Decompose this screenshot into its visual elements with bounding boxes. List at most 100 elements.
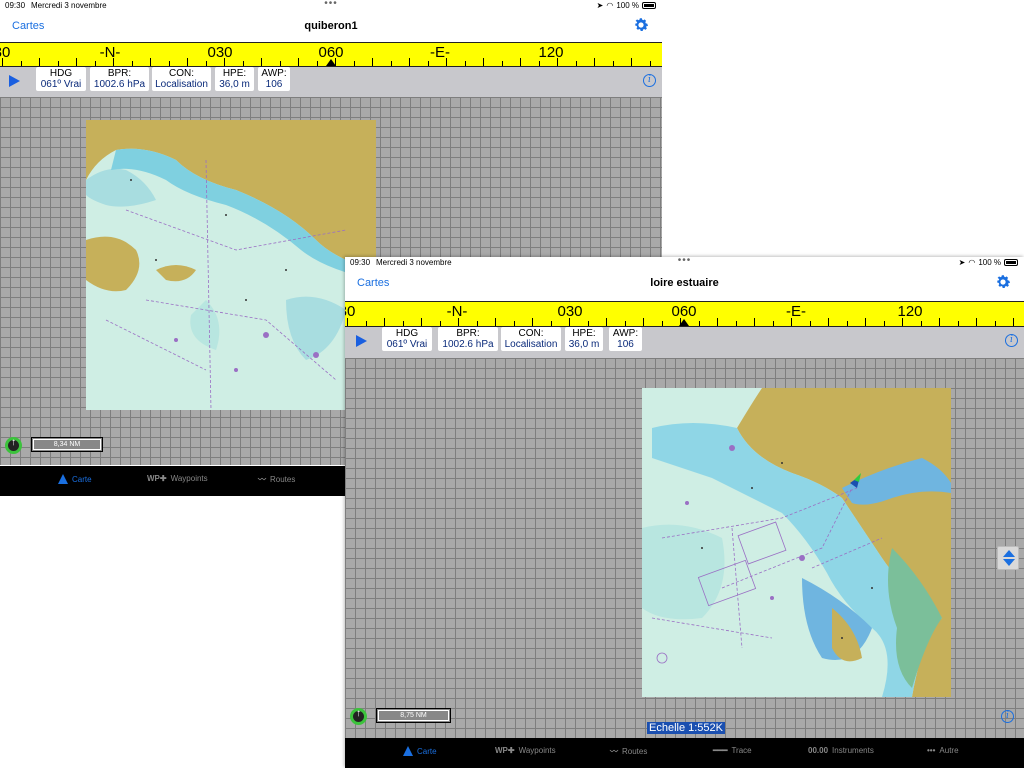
compass-tick <box>883 321 885 326</box>
tab-label: Waypoints <box>518 746 556 755</box>
compass-tick <box>717 318 718 326</box>
heading-compass-tape[interactable]: 30 -N- 030 060 -E- 120 <box>345 301 1024 327</box>
compass-tick <box>353 61 355 66</box>
hdg-value: 061º Vrai <box>386 339 428 350</box>
compass-tick <box>680 318 681 326</box>
chart-map-area[interactable] <box>345 358 1024 738</box>
bpr-box[interactable]: BPR: 1002.6 hPa <box>90 67 149 91</box>
hpe-key: HPE: <box>572 328 596 339</box>
nautical-chart-image <box>86 120 376 410</box>
battery-label: 100 % <box>616 1 639 10</box>
compass-tick <box>224 58 225 66</box>
north-arrow-icon[interactable] <box>5 437 22 454</box>
tab-waypoints[interactable]: WP✚ Waypoints <box>147 474 208 483</box>
wifi-icon: ◠ <box>968 258 976 267</box>
compass-tick <box>569 318 570 326</box>
compass-tick <box>846 321 848 326</box>
hdg-value: 061º Vrai <box>40 79 82 90</box>
hdg-box[interactable]: HDG 061º Vrai <box>382 327 432 351</box>
con-box[interactable]: CON: Localisation <box>152 67 211 91</box>
compass-tick <box>606 318 607 326</box>
battery-icon <box>642 2 656 9</box>
con-box[interactable]: CON: Localisation <box>501 327 561 351</box>
compass-tick <box>1013 318 1014 326</box>
multitasking-dots[interactable]: ••• <box>678 257 692 266</box>
hdg-box[interactable]: HDG 061º Vrai <box>36 67 86 91</box>
compass-tick <box>76 58 77 66</box>
tab-label: Routes <box>622 747 648 756</box>
tab-routes[interactable]: 〰 Routes <box>610 746 647 757</box>
play-icon[interactable] <box>356 335 367 347</box>
bpr-box[interactable]: BPR: 1002.6 hPa <box>438 327 498 351</box>
awp-box[interactable]: AWP: 106 <box>609 327 642 351</box>
waypoints-icon: WP✚ <box>495 746 515 755</box>
compass-label: 030 <box>557 303 583 320</box>
hpe-key: HPE: <box>222 68 247 79</box>
compass-tick <box>439 321 441 326</box>
gear-icon[interactable] <box>632 16 650 34</box>
info-icon[interactable]: i <box>1001 710 1014 723</box>
scale-value: 8,75 NM <box>378 710 449 721</box>
bpr-key: BPR: <box>456 328 480 339</box>
tab-waypoints[interactable]: WP✚ Waypoints <box>495 746 556 755</box>
con-key: CON: <box>169 68 194 79</box>
zoom-stepper[interactable] <box>997 546 1019 570</box>
hpe-value: 36,0 m <box>219 79 250 90</box>
compass-tick <box>957 321 959 326</box>
routes-icon: 〰 <box>258 475 266 484</box>
con-value: Localisation <box>504 339 558 350</box>
compass-tick <box>372 58 373 66</box>
compass-tick <box>939 318 940 326</box>
compass-label: -E- <box>430 44 450 61</box>
north-arrow-icon[interactable] <box>350 708 367 725</box>
compass-label: -N- <box>99 44 121 61</box>
tab-carte[interactable]: Carte <box>403 746 437 756</box>
scale-bar: 8,34 NM <box>31 437 103 452</box>
cartes-back-button[interactable]: Cartes <box>12 20 44 32</box>
hdg-key: HDG <box>395 328 419 339</box>
compass-tick <box>187 58 188 66</box>
status-time: 09:30 <box>350 258 371 267</box>
tab-carte[interactable]: Carte <box>58 474 92 484</box>
battery-icon <box>1004 259 1018 266</box>
gear-icon[interactable] <box>994 273 1012 291</box>
info-icon[interactable]: i <box>643 74 656 87</box>
heading-compass-tape[interactable]: 30 -N- 030 060 -E- 120 <box>0 42 662 67</box>
status-bar: 09:30 Mercredi 3 novembre ••• ➤ ◠ 100 % <box>345 257 1024 269</box>
tab-trace[interactable]: ━━━ Trace <box>713 746 752 755</box>
navigation-bar: Cartes quiberon1 <box>0 12 662 42</box>
bpr-value: 1002.6 hPa <box>442 339 494 350</box>
compass-tick <box>57 61 59 66</box>
compass-tick <box>828 318 829 326</box>
con-value: Localisation <box>155 79 208 90</box>
chevron-down-icon <box>1003 559 1015 566</box>
trace-icon: ━━━ <box>713 746 728 755</box>
compass-tick <box>612 61 614 66</box>
compass-tick <box>476 321 478 326</box>
awp-box[interactable]: AWP: 106 <box>258 67 290 91</box>
cartes-back-button[interactable]: Cartes <box>357 277 389 289</box>
tab-label: Waypoints <box>170 474 208 483</box>
hpe-box[interactable]: HPE: 36,0 m <box>565 327 603 351</box>
carte-icon <box>403 746 413 756</box>
compass-tick <box>464 61 466 66</box>
compass-tick <box>920 321 922 326</box>
waypoints-icon: WP✚ <box>147 474 167 483</box>
compass-tick <box>661 321 663 326</box>
chart-title: quiberon1 <box>304 20 358 32</box>
tab-label: Trace <box>731 746 752 755</box>
bpr-key: BPR: <box>107 68 132 79</box>
hpe-value: 36,0 m <box>568 339 600 350</box>
scale-ratio-label: Echelle 1:552K <box>647 722 725 734</box>
tab-routes[interactable]: 〰 Routes <box>258 474 295 485</box>
compass-tick <box>316 61 318 66</box>
compass-tick <box>205 61 207 66</box>
hpe-box[interactable]: HPE: 36,0 m <box>215 67 254 91</box>
info-icon[interactable]: i <box>1005 334 1018 347</box>
info-bar: HDG 061º Vrai BPR: 1002.6 hPa CON: Local… <box>345 327 1024 358</box>
play-icon[interactable] <box>9 75 20 87</box>
info-bar: HDG 061º Vrai BPR: 1002.6 hPa CON: Local… <box>0 67 662 97</box>
multitasking-dots[interactable]: ••• <box>324 0 338 9</box>
tab-autre[interactable]: ••• Autre <box>927 746 959 755</box>
tab-instruments[interactable]: 00.00 Instruments <box>808 746 874 755</box>
